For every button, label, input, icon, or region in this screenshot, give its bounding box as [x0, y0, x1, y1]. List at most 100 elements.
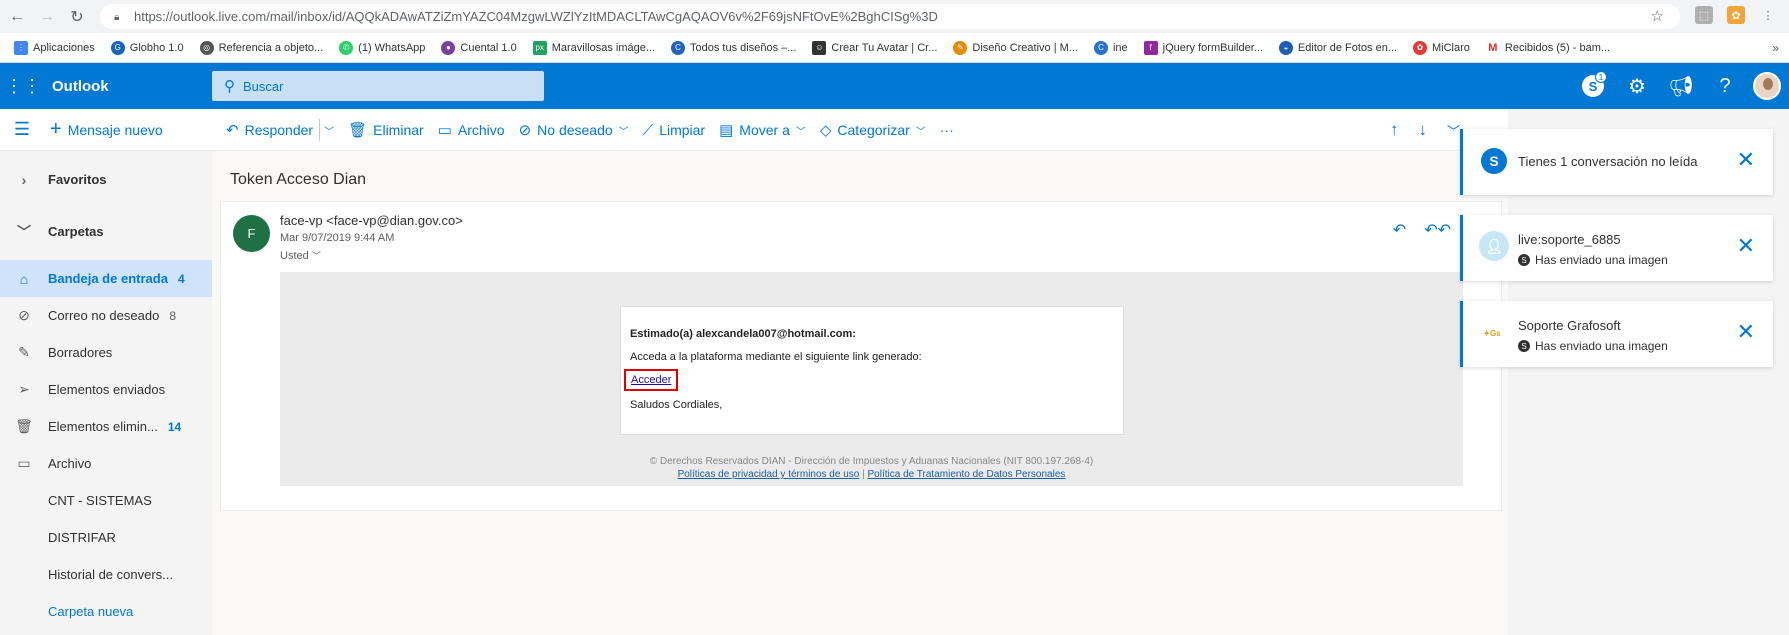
search-box[interactable]: ⚲ [212, 71, 544, 101]
notification-subtitle: S Has enviado una imagen [1518, 253, 1668, 267]
regards-text: Saludos Cordiales, [630, 399, 723, 411]
reply-icon[interactable]: ↶ [1393, 220, 1406, 240]
arrow-up-icon[interactable]: ↑ [1390, 120, 1399, 140]
bookmark-formbuilder[interactable]: f jQuery formBuilder... [1143, 40, 1263, 55]
reply-all-icon[interactable]: ↶↶ [1424, 220, 1451, 240]
folders-section[interactable]: ﹀ Carpetas [0, 213, 212, 250]
sweep-button[interactable]: ⟋ Limpiar [643, 122, 705, 139]
app-launcher-icon[interactable]: ⋮⋮ [0, 63, 46, 109]
bookmark-editor-fotos[interactable]: ◒ Editor de Fotos en... [1278, 40, 1397, 55]
bookmark-ine[interactable]: Cine [1093, 40, 1128, 55]
search-input[interactable] [243, 78, 523, 94]
outlook-brand[interactable]: Outlook [52, 78, 109, 95]
bookmark-referencia[interactable]: ◎ Referencia a objeto... [199, 40, 323, 55]
help-icon[interactable]: ? [1703, 63, 1747, 109]
bookmark-aplicaciones[interactable]: ⋮ Aplicaciones [14, 40, 95, 55]
star-icon[interactable]: ☆ [1651, 7, 1664, 25]
new-message-button[interactable]: + Mensaje nuevo [50, 118, 163, 141]
data-policy-link[interactable]: Política de Tratamiento de Datos Persona… [868, 469, 1066, 480]
bookmark-globho[interactable]: G Globho 1.0 [110, 40, 184, 55]
formbuilder-icon: f [1143, 40, 1158, 55]
bookmark-gmail[interactable]: M Recibidos (5) - bam... [1485, 40, 1610, 55]
move-to-button[interactable]: ▤ Mover a ﹀ [719, 121, 806, 139]
message-card: F face-vp <face-vp@dian.gov.co> Mar 9/07… [220, 201, 1502, 511]
cuental-icon: ● [441, 40, 456, 55]
sidebar-item-cnt-sistemas[interactable]: CNT - SISTEMAS [0, 482, 212, 519]
archive-button[interactable]: ▭ Archivo [438, 121, 505, 139]
bookmark-diseno[interactable]: ✎ Diseño Creativo | M... [953, 40, 1078, 55]
message-commands: ↶ Responder ﹀ 🗑︎ Eliminar ▭ Archivo ⊘ No des… [226, 109, 968, 151]
skype-icon: S [1481, 148, 1507, 174]
whatsapp-icon: ✆ [339, 40, 354, 55]
extension-icon[interactable]: ✿ [1727, 6, 1745, 24]
back-icon[interactable]: ← [4, 4, 30, 30]
access-link[interactable]: Acceder [624, 369, 679, 391]
plus-icon: + [50, 118, 62, 140]
tag-icon: ◇ [819, 122, 832, 139]
bookmark-whatsapp[interactable]: ✆ (1) WhatsApp [339, 40, 425, 55]
send-icon: ➢ [18, 381, 30, 397]
expand-recipients-icon[interactable]: ﹀ [312, 251, 321, 261]
recipient[interactable]: Usted ﹀ [280, 249, 321, 262]
junk-button[interactable]: ⊘ No deseado ﹀ [519, 121, 629, 139]
menu-dots-icon[interactable]: ⋮ [1759, 6, 1777, 24]
sender-avatar[interactable]: F [233, 215, 270, 252]
more-commands-button[interactable]: ··· [940, 122, 954, 138]
extensions: ⬚ ✿ ⋮ [1695, 6, 1777, 24]
px-icon: px [532, 40, 547, 55]
pdf-extension-icon[interactable]: ⬚ [1695, 6, 1713, 24]
sidebar-item-archive[interactable]: ▭ Archivo [0, 445, 212, 482]
bookmark-cuental[interactable]: ● Cuental 1.0 [441, 40, 517, 55]
pencil-icon: ✎ [18, 344, 30, 360]
forward-icon[interactable]: → [34, 4, 60, 30]
search-icon: ⚲ [224, 78, 235, 95]
megaphone-icon[interactable]: 📢︎ [1659, 63, 1703, 109]
sidebar-item-distrifar[interactable]: DISTRIFAR [0, 519, 212, 556]
bookmarks-more-icon[interactable]: » [1772, 41, 1779, 55]
message-body: Estimado(a) alexcandela007@hotmail.com: … [280, 272, 1463, 486]
address-bar[interactable]: 🔒︎ https://outlook.live.com/mail/inbox/i… [100, 4, 1680, 29]
favorites-section[interactable]: › Favoritos [0, 161, 212, 198]
hamburger-menu-icon[interactable]: ☰ [0, 109, 44, 151]
reload-icon[interactable]: ↻ [64, 4, 90, 30]
close-icon[interactable]: ✕ [1737, 319, 1755, 345]
globe-icon: ◎ [199, 40, 214, 55]
user-avatar[interactable] [1753, 72, 1781, 100]
close-icon[interactable]: ✕ [1737, 147, 1755, 173]
sidebar-item-sent[interactable]: ➢ Elementos enviados [0, 371, 212, 408]
photo-editor-icon: ◒ [1278, 40, 1293, 55]
reply-options-button[interactable]: ﹀ [324, 123, 334, 138]
message-navigation: ↑ ↓ ﹀ [1390, 109, 1460, 151]
url-text[interactable]: https://outlook.live.com/mail/inbox/id/A… [134, 9, 938, 24]
new-folder-link[interactable]: Carpeta nueva [0, 593, 212, 630]
sidebar-item-inbox[interactable]: ⌂ Bandeja de entrada 4 [0, 260, 212, 297]
notification-soporte-6885[interactable]: 👤︎ live:soporte_6885 S Has enviado una im… [1460, 215, 1773, 281]
sidebar-item-conversation-history[interactable]: Historial de convers... [0, 556, 212, 593]
trash-icon: 🗑︎ [15, 418, 33, 434]
sidebar-item-junk[interactable]: ⊘ Correo no deseado 8 [0, 297, 212, 334]
notification-title: live:soporte_6885 [1518, 232, 1621, 247]
categorize-button[interactable]: ◇ Categorizar ﹀ [820, 121, 926, 139]
notification-unread[interactable]: S Tienes 1 conversación no leída ✕ [1460, 129, 1773, 195]
folder-move-icon: ▤ [719, 122, 734, 139]
policy-links: Políticas de privacidad y términos de us… [280, 469, 1463, 480]
sidebar-item-deleted[interactable]: 🗑︎ Elementos elimin... 14 [0, 408, 212, 445]
reply-button[interactable]: ↶ Responder [226, 121, 313, 139]
skype-button[interactable]: S 1 [1571, 63, 1615, 109]
arrow-down-icon[interactable]: ↓ [1419, 120, 1428, 140]
broom-icon: ⟋ [642, 121, 654, 139]
sidebar-item-drafts[interactable]: ✎ Borradores [0, 334, 212, 371]
bookmark-avatar[interactable]: ☺ Crear Tu Avatar | Cr... [812, 40, 937, 55]
bookmark-miclaro[interactable]: ✿ MiClaro [1412, 40, 1470, 55]
chevron-down-icon[interactable]: ﹀ [1447, 121, 1460, 140]
notification-grafosoft[interactable]: ✦Gs Soporte Grafosoft S Has enviado una i… [1460, 301, 1773, 367]
bookmark-maravillosas[interactable]: px Maravillosas imáge... [532, 40, 655, 55]
sender-name[interactable]: face-vp <face-vp@dian.gov.co> [280, 213, 463, 228]
delete-button[interactable]: 🗑︎ Eliminar [348, 121, 424, 139]
email-content-card: Estimado(a) alexcandela007@hotmail.com: … [620, 306, 1124, 435]
close-icon[interactable]: ✕ [1737, 233, 1755, 259]
apps-grid-icon: ⋮ [14, 40, 28, 55]
privacy-policy-link[interactable]: Políticas de privacidad y términos de us… [678, 469, 860, 480]
settings-gear-icon[interactable]: ⚙ [1615, 63, 1659, 109]
bookmark-canva[interactable]: C Todos tus diseños –... [671, 40, 796, 55]
